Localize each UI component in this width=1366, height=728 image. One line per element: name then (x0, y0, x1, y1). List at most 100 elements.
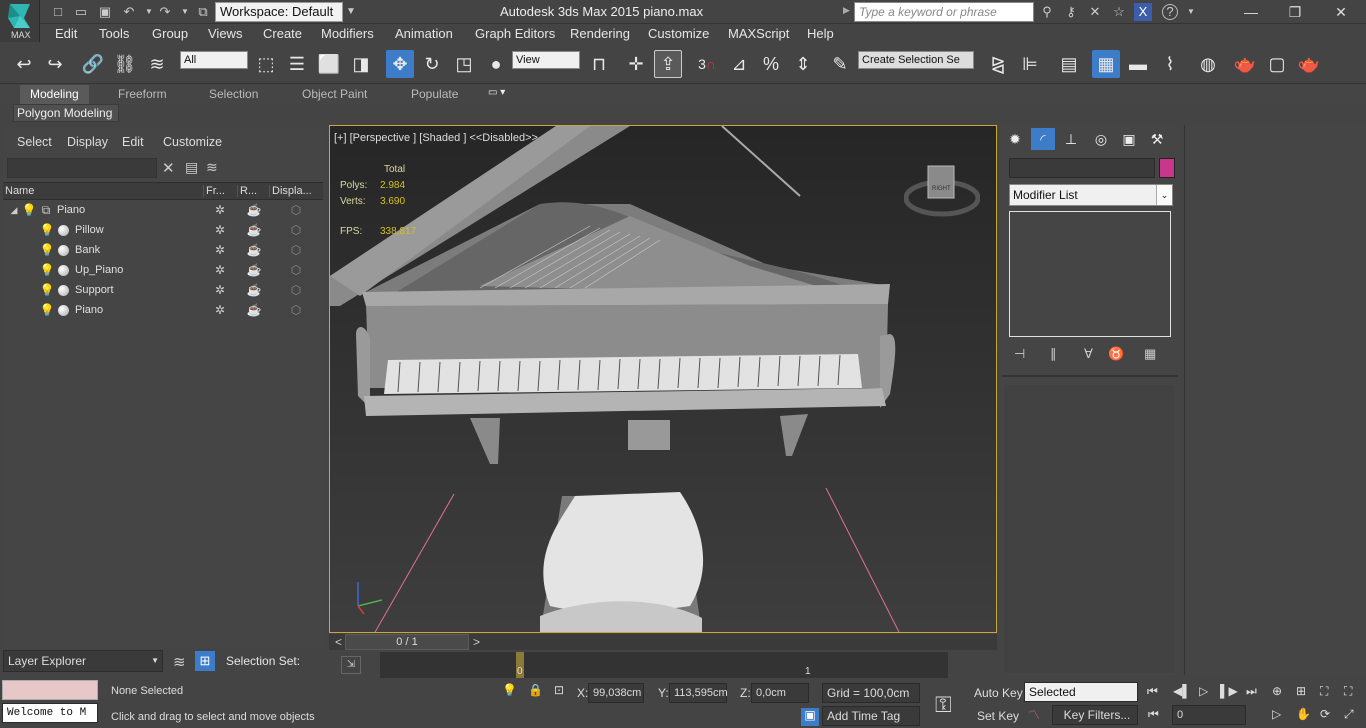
place-icon[interactable]: ● (482, 50, 510, 78)
select-and-rotate-icon[interactable]: ↻ (418, 50, 446, 78)
time-tag-icon[interactable]: ▣ (801, 708, 819, 726)
create-panel-icon[interactable]: ✹ (1003, 128, 1027, 150)
undo-icon[interactable]: ↩ (10, 50, 38, 78)
teapot-icon[interactable]: ☕ (247, 203, 262, 217)
layers-stack-icon[interactable]: ≋ (173, 653, 186, 671)
tab-populate[interactable]: Populate (411, 87, 458, 101)
modify-panel-icon[interactable]: ◜ (1031, 128, 1055, 150)
freeze-icon[interactable]: ✲ (213, 263, 227, 277)
hierarchy-icon[interactable]: ⊞ (195, 651, 215, 671)
select-and-move-icon[interactable]: ✥ (386, 50, 414, 78)
tab-selection[interactable]: Selection (209, 87, 258, 101)
reference-coordinate-dropdown[interactable]: View (512, 51, 580, 69)
teapot-icon[interactable]: ☕ (247, 283, 262, 297)
menu-help[interactable]: Help (807, 26, 834, 41)
x-coord-input[interactable]: 99,038cm (588, 683, 644, 703)
tab-object-paint[interactable]: Object Paint (302, 87, 367, 101)
project-folder-icon[interactable]: ⧉ (194, 3, 212, 21)
expand-icon[interactable]: ◢ (7, 203, 21, 217)
z-coord-input[interactable]: 0,0cm (751, 683, 809, 703)
key-tangent-icon[interactable]: 〽 (1028, 706, 1040, 723)
orbit-icon[interactable]: ⟳ (1320, 707, 1330, 721)
tab-freeform[interactable]: Freeform (118, 87, 167, 101)
maximize-viewport-icon[interactable]: ⤢ (1344, 707, 1354, 722)
ribbon-options-icon[interactable]: ▭ ▾ (488, 87, 505, 98)
redo-icon[interactable]: ↷ (156, 3, 174, 21)
column-frozen[interactable]: Fr... (203, 185, 225, 197)
menu-views[interactable]: Views (208, 26, 242, 41)
snaps-toggle-icon[interactable]: 3 ∩ (693, 50, 721, 78)
column-display[interactable]: Displa... (269, 185, 312, 197)
search-input[interactable]: Type a keyword or phrase (854, 2, 1034, 22)
explorer-menu-select[interactable]: Select (17, 135, 52, 149)
add-time-tag-button[interactable]: Add Time Tag (822, 706, 920, 726)
current-frame-input[interactable]: 0 (1172, 705, 1246, 725)
menu-create[interactable]: Create (263, 26, 302, 41)
edit-named-selection-icon[interactable]: ✎ (826, 50, 854, 78)
go-to-start-icon[interactable]: ⏮ (1147, 684, 1158, 699)
keyboard-shortcut-override-icon[interactable]: ⇪ (654, 50, 682, 78)
menu-modifiers[interactable]: Modifiers (321, 26, 374, 41)
tree-row-support[interactable]: 💡 Support ✲ ☕ ⬡ (3, 281, 323, 301)
lightbulb-icon[interactable]: 💡 (22, 203, 37, 217)
set-key-button[interactable]: Set Key (977, 709, 1019, 723)
layer-explorer-dropdown[interactable]: Layer Explorer ▼ (3, 650, 163, 672)
tab-modeling[interactable]: Modeling (20, 85, 89, 104)
next-frame-icon[interactable]: ▌▶ (1220, 684, 1238, 698)
teapot-icon[interactable]: ☕ (247, 243, 262, 257)
open-file-icon[interactable]: ▭ (72, 3, 90, 21)
tree-row-bank[interactable]: 💡 Bank ✲ ☕ ⬡ (3, 241, 323, 261)
pan-view-icon[interactable]: ✋ (1296, 707, 1311, 721)
mini-curve-editor-icon[interactable]: ⇲ (341, 656, 361, 674)
play-icon[interactable]: ▷ (1199, 684, 1208, 698)
link-icon[interactable]: 🔗 (79, 50, 107, 78)
workspace-dropdown[interactable]: Workspace: Default (215, 2, 343, 22)
show-end-result-icon[interactable]: ∥ (1050, 346, 1057, 362)
explorer-menu-display[interactable]: Display (67, 135, 108, 149)
column-name[interactable]: Name (5, 185, 34, 197)
minimize-button[interactable]: — (1228, 0, 1274, 24)
spinner-snap-icon[interactable]: ⇕ (789, 50, 817, 78)
freeze-icon[interactable]: ✲ (213, 303, 227, 317)
display-box-icon[interactable]: ⬡ (289, 243, 303, 257)
manipulate-icon[interactable]: ✛ (622, 50, 650, 78)
key-mode-dropdown[interactable]: Selected (1024, 682, 1138, 702)
freeze-icon[interactable]: ✲ (213, 203, 227, 217)
display-box-icon[interactable]: ⬡ (289, 283, 303, 297)
toggle-scene-explorer-icon[interactable]: ▤ (1055, 50, 1083, 78)
tree-row-piano[interactable]: 💡 Piano ✲ ☕ ⬡ (3, 301, 323, 321)
window-crossing-icon[interactable]: ◨ (347, 50, 375, 78)
application-button[interactable]: MAX (0, 0, 40, 42)
go-to-end-icon[interactable]: ⏭ (1246, 684, 1257, 699)
redo-dropdown-icon[interactable]: ▼ (176, 3, 194, 21)
display-box-icon[interactable]: ⬡ (289, 203, 303, 217)
time-prev-button[interactable]: < (335, 635, 342, 649)
absolute-mode-icon[interactable]: ⊡ (554, 683, 564, 697)
display-panel-icon[interactable]: ▣ (1117, 128, 1141, 150)
utilities-panel-icon[interactable]: ⚒ (1145, 128, 1169, 150)
tree-row-piano-layer[interactable]: ◢ 💡 ⧉ Piano ✲ ☕ ⬡ (3, 201, 323, 221)
freeze-icon[interactable]: ✲ (213, 243, 227, 257)
binoculars-icon[interactable]: ⚲ (1038, 3, 1056, 21)
display-box-icon[interactable]: ⬡ (289, 263, 303, 277)
key-filters-button[interactable]: Key Filters... (1052, 705, 1138, 725)
configure-modifier-sets-icon[interactable]: ▦ (1144, 346, 1156, 362)
bind-spacewarp-icon[interactable]: ≋ (143, 50, 171, 78)
explorer-menu-customize[interactable]: Customize (163, 135, 222, 149)
zoom-extents-icon[interactable]: ⛶ (1320, 684, 1328, 699)
percent-snap-icon[interactable]: % (757, 50, 785, 78)
set-key-key-icon[interactable]: ⚿ (935, 692, 952, 718)
curve-editor-icon[interactable]: ⌇ (1156, 50, 1184, 78)
field-of-view-icon[interactable]: ▷ (1272, 707, 1281, 721)
maxscript-listener-input[interactable]: Welcome to M (2, 703, 98, 723)
key-mode-toggle-icon[interactable]: ⏮ (1148, 707, 1159, 722)
material-editor-icon[interactable]: ◍ (1194, 50, 1222, 78)
isolate-selection-icon[interactable]: 💡 (502, 683, 517, 697)
chevron-down-icon[interactable]: ▼ (343, 2, 359, 22)
modifier-list-dropdown[interactable]: Modifier List ⌄ (1009, 184, 1173, 206)
menu-tools[interactable]: Tools (99, 26, 129, 41)
teapot-icon[interactable]: ☕ (247, 223, 262, 237)
toggle-ribbon-icon[interactable]: ▬ (1124, 50, 1152, 78)
tree-row-up-piano[interactable]: 💡 Up_Piano ✲ ☕ ⬡ (3, 261, 323, 281)
time-slider[interactable]: < 0 / 1 > (329, 634, 997, 650)
